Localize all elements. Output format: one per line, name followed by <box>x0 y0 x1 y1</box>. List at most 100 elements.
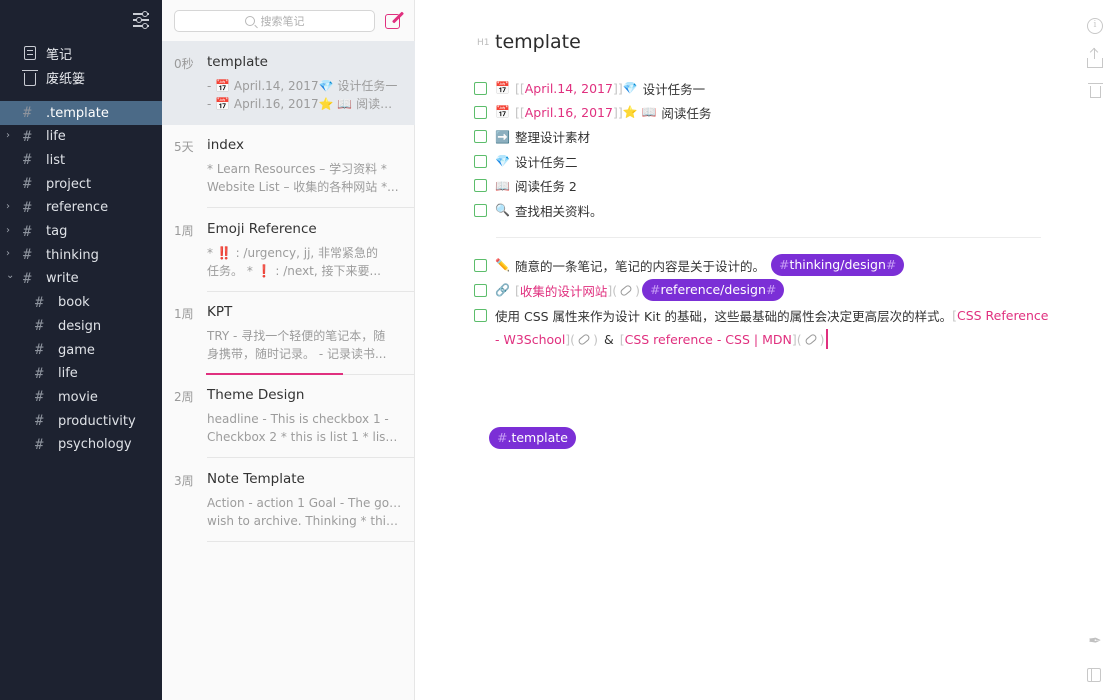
link-bracket: [[ <box>514 104 525 120</box>
note-list-item[interactable]: 2周 Theme Design headline - This is checkbo… <box>162 374 415 459</box>
link-bracket: ) <box>593 331 598 347</box>
link-bracket: ]( <box>607 282 618 298</box>
panel-icon[interactable] <box>1087 668 1101 682</box>
note-preview-line: - 📅 April.16, 2017⭐ 📖 阅读任务... <box>207 97 402 111</box>
task-item: 📅 [[April.16, 2017]] ⭐ 📖 阅读任务 <box>474 101 711 123</box>
tag-label: movie <box>58 389 98 405</box>
task-item: ✏️ 随意的一条笔记，笔记的内容是关于设计的。 #thinking/design… <box>474 254 905 276</box>
emoji: ⭐ 📖 <box>622 105 657 120</box>
task-item: 使用 CSS 属性来作为设计 Kit 的基础，这些最基础的属性会决定更高层次的样… <box>474 304 1049 326</box>
chevron-right-icon[interactable]: › <box>6 225 14 235</box>
chevron-down-icon[interactable]: ⌄ <box>6 270 14 280</box>
sidebar: 笔记 废纸篓 # .template › # life # list # project › # re… <box>0 0 162 700</box>
emoji: 💎 <box>495 154 510 169</box>
sidebar-tag-item[interactable]: # psychology <box>0 433 162 457</box>
tag-label: thinking <box>46 247 99 263</box>
note-preview-line: - 📅 April.14, 2017💎 设计任务一 <box>207 79 398 93</box>
tag-label: life <box>58 366 78 382</box>
task-checkbox[interactable] <box>474 308 487 322</box>
task-checkbox[interactable] <box>474 105 487 119</box>
sidebar-tag-item[interactable]: # design <box>0 314 162 338</box>
chevron-right-icon[interactable]: › <box>6 249 14 259</box>
task-checkbox[interactable] <box>474 258 487 272</box>
chevron-right-icon[interactable]: › <box>6 201 14 211</box>
note-list-item[interactable]: 1周 KPT TRY - 寻找一个轻便的笔记本，随 身携带，随时记录。 - 记录读书.… <box>162 291 415 375</box>
hashtag[interactable]: #reference/design# <box>642 279 785 301</box>
search-icon <box>244 16 255 26</box>
task-checkbox[interactable] <box>474 130 487 144</box>
link-bracket: ) <box>819 331 825 347</box>
note-list-item[interactable]: 0秒 template - 📅 April.14, 2017💎 设计任务一 - 📅 A… <box>162 41 415 125</box>
sidebar-tag-item[interactable]: › # reference <box>0 196 162 220</box>
note-age: 5天 <box>174 140 194 155</box>
note-list-item[interactable]: 3周 Note Template Action - action 1 Goal - … <box>162 458 415 542</box>
note-title: Emoji Reference <box>207 220 317 237</box>
link-bracket: ]( <box>565 331 576 347</box>
task-text: 整理设计素材 <box>514 130 590 146</box>
sidebar-tag-item[interactable]: # game <box>0 338 162 362</box>
date-link[interactable]: April.16, 2017 <box>525 105 613 120</box>
sidebar-tag-item[interactable]: # list <box>0 148 162 172</box>
pen-icon[interactable]: ✒ <box>1087 631 1103 650</box>
link-bracket: ]( <box>791 331 802 347</box>
link-text[interactable]: CSS reference - CSS | MDN <box>625 332 792 347</box>
sidebar-tag-item[interactable]: # life <box>0 362 162 386</box>
sidebar-tag-item[interactable]: ⌄ # write <box>0 267 162 291</box>
note-title: index <box>207 137 244 154</box>
task-checkbox[interactable] <box>474 203 487 217</box>
note-list-item[interactable]: 5天 index * Learn Resources – 学习资料 * Website… <box>162 124 415 209</box>
note-preview-line: 任务。 * ❗ : /next, 接下来要... <box>207 263 381 278</box>
search-input[interactable]: 搜索笔记 <box>174 10 375 32</box>
note-title[interactable]: template <box>495 31 581 53</box>
hash-icon: # <box>35 294 44 311</box>
sidebar-tag-item[interactable]: › # life <box>0 125 162 149</box>
sidebar-tag-item[interactable]: # book <box>0 291 162 315</box>
chevron-right-icon[interactable]: › <box>6 130 14 140</box>
task-checkbox[interactable] <box>474 179 487 193</box>
date-link[interactable]: April.14, 2017 <box>525 81 613 96</box>
sidebar-item-trash[interactable]: 废纸篓 <box>22 67 85 87</box>
link-text[interactable]: 收集的设计网站 <box>520 281 608 300</box>
note-title: Theme Design <box>207 387 305 404</box>
link-text[interactable]: - W3School <box>495 332 565 347</box>
hashtag[interactable]: #.template <box>489 427 576 449</box>
note-age: 1周 <box>174 223 194 238</box>
task-text: 设计任务二 <box>514 154 578 170</box>
hash-icon: # <box>35 436 44 453</box>
task-text: 随意的一条笔记，笔记的内容是关于设计的。 <box>514 258 765 274</box>
divider <box>207 540 415 542</box>
sidebar-tag-item[interactable]: # project <box>0 172 162 196</box>
task-checkbox[interactable] <box>474 81 487 95</box>
hash-icon: # <box>23 128 32 145</box>
sidebar-tag-item[interactable]: # productivity <box>0 409 162 433</box>
task-item: 📅 [[April.14, 2017]] 💎 设计任务一 <box>474 77 705 99</box>
tag-label: design <box>58 318 102 334</box>
editor[interactable]: H1 template 📅[[April.14, 2017]] 💎 设计任务一 📅[[… <box>416 0 1120 700</box>
hashtag[interactable]: #thinking/design# <box>770 254 905 276</box>
task-checkbox[interactable] <box>474 283 487 297</box>
sidebar-tag-item[interactable]: › # thinking <box>0 243 162 267</box>
link-text[interactable]: CSS Reference <box>957 308 1049 323</box>
task-checkbox[interactable] <box>474 154 487 168</box>
ampersand: & <box>603 331 614 347</box>
sidebar-tag-item[interactable]: # .template <box>0 101 162 125</box>
sidebar-tag-item[interactable]: # movie <box>0 385 162 409</box>
tag-label: .template <box>46 105 109 121</box>
new-note-button[interactable] <box>384 11 405 31</box>
hash-icon: # <box>23 247 32 264</box>
link-icon[interactable] <box>619 283 633 297</box>
note-preview: TRY - 寻找一个轻便的笔记本，随 身携带，随时记录。 - 记录读书... <box>207 327 402 363</box>
sidebar-item-notes[interactable]: 笔记 <box>22 43 72 63</box>
emoji: ➡️ <box>495 129 510 144</box>
link-icon[interactable] <box>803 332 818 346</box>
note-preview: * Learn Resources – 学习资料 * Website List –… <box>207 160 402 196</box>
link-icon[interactable] <box>577 332 591 346</box>
info-icon[interactable]: i <box>1087 18 1103 34</box>
note-age: 0秒 <box>174 57 194 71</box>
share-icon[interactable] <box>1087 48 1103 68</box>
sidebar-tag-item[interactable]: › # tag <box>0 220 162 244</box>
trash-icon[interactable] <box>1088 83 1103 98</box>
text-cursor <box>826 329 828 349</box>
note-list-item[interactable]: 1周 Emoji Reference * ‼️ : /urgency, jj, 非常… <box>162 208 415 292</box>
filter-settings-icon[interactable] <box>132 10 150 29</box>
